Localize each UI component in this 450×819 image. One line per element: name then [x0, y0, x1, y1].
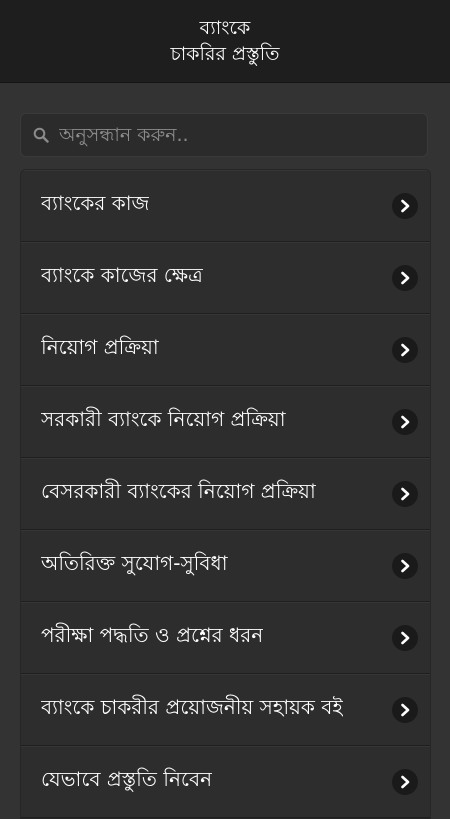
list-item-label: ব্যাংকে চাকরীর প্রয়োজনীয় সহায়ক বই	[41, 695, 343, 719]
list-item[interactable]: পরীক্ষা পদ্ধতি ও প্রশ্নের ধরন	[21, 602, 430, 674]
list-item-label: সরকারী ব্যাংকে নিয়োগ প্রক্রিয়া	[41, 407, 286, 431]
chevron-right-icon	[392, 552, 418, 579]
topic-list: ব্যাংকের কাজ ব্যাংকে কাজের ক্ষেত্র নিয়ো…	[20, 169, 431, 819]
chevron-right-icon	[392, 264, 418, 291]
chevron-right-icon	[392, 624, 418, 651]
list-item[interactable]: বেসরকারী ব্যাংকের নিয়োগ প্রক্রিয়া	[21, 458, 430, 530]
chevron-right-icon	[392, 768, 418, 795]
chevron-right-icon	[392, 408, 418, 435]
list-item[interactable]: নিয়োগ প্রক্রিয়া	[21, 314, 430, 386]
list-item-label: পরীক্ষা পদ্ধতি ও প্রশ্নের ধরন	[41, 623, 264, 647]
list-item[interactable]: ব্যাংকে চাকরীর প্রয়োজনীয় সহায়ক বই	[21, 674, 430, 746]
list-item-label: অতিরিক্ত সুযোগ-সুবিধা	[41, 551, 228, 575]
app-header: ব্যাংকে চাকরির প্রস্তুতি	[0, 0, 450, 83]
app-title-line1: ব্যাংকে	[199, 16, 251, 39]
chevron-right-icon	[392, 336, 418, 363]
chevron-right-icon	[392, 696, 418, 723]
list-item-label: ব্যাংকে কাজের ক্ষেত্র	[41, 263, 203, 287]
list-item-label: বেসরকারী ব্যাংকের নিয়োগ প্রক্রিয়া	[41, 479, 316, 503]
list-item[interactable]: সরকারী ব্যাংকে নিয়োগ প্রক্রিয়া	[21, 386, 430, 458]
list-item[interactable]: ব্যাংকে কাজের ক্ষেত্র	[21, 242, 430, 314]
list-item[interactable]: অতিরিক্ত সুযোগ-সুবিধা	[21, 530, 430, 602]
list-item-label: যেভাবে প্রস্তুতি নিবেন	[41, 767, 213, 791]
list-item[interactable]: ব্যাংকের কাজ	[21, 170, 430, 242]
chevron-right-icon	[392, 480, 418, 507]
chevron-right-icon	[392, 192, 418, 219]
search-bar[interactable]	[20, 113, 428, 157]
search-input[interactable]	[59, 115, 427, 155]
search-icon	[33, 127, 49, 143]
list-item[interactable]: যেভাবে প্রস্তুতি নিবেন	[21, 746, 430, 818]
list-item-label: নিয়োগ প্রক্রিয়া	[41, 335, 159, 359]
list-item-label: ব্যাংকের কাজ	[41, 191, 150, 215]
app-title-line2: চাকরির প্রস্তুতি	[170, 42, 280, 65]
